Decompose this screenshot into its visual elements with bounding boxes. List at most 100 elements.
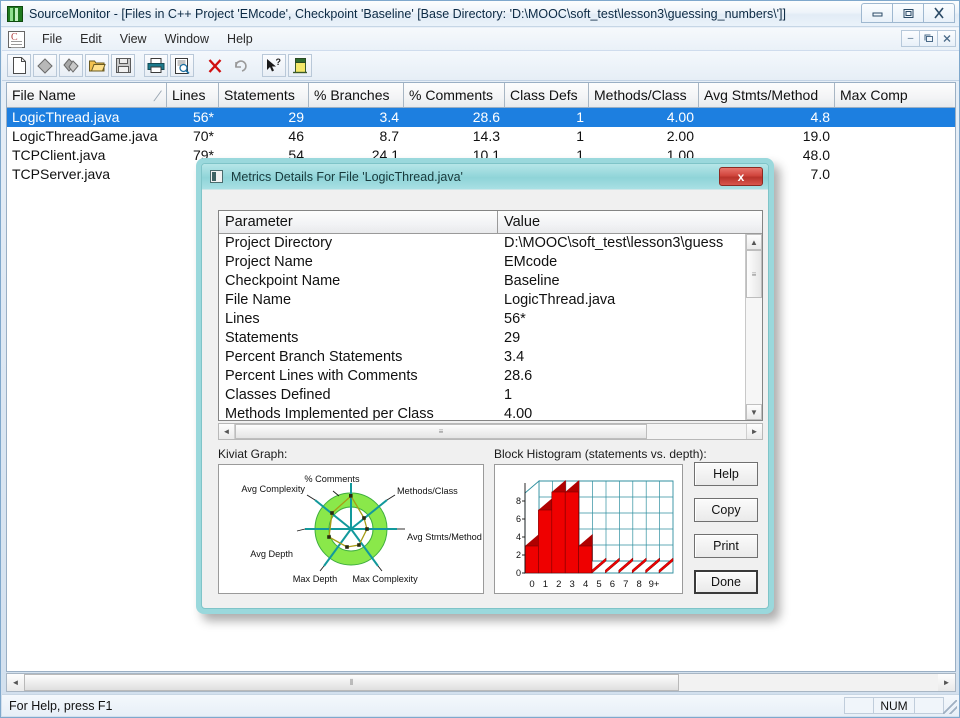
save-project-button[interactable] [111,54,135,77]
kiviat-axis-label-max-complexity: Max Complexity [352,574,418,584]
print-button[interactable] [144,54,168,77]
print-button[interactable]: Print [694,534,758,558]
mdi-restore-button[interactable] [919,30,938,47]
scroll-right-arrow-icon[interactable]: ► [746,424,762,439]
mdi-close-button[interactable] [937,30,956,47]
table-row[interactable]: LogicThread.java 56* 29 3.4 28.6 1 4.00 … [7,108,955,127]
cell-branches: 8.7 [379,128,399,144]
param-label: Percent Branch Statements [225,349,403,365]
help-button[interactable]: Help [694,462,758,486]
menu-window[interactable]: Window [156,30,218,48]
parameter-table-body: Project Directory D:\MOOC\soft_test\less… [219,234,762,420]
context-help-button[interactable]: ? [262,54,286,77]
list-item[interactable]: Percent Branch Statements 3.4 [219,348,762,367]
horizontal-scroll-track[interactable] [679,674,938,691]
list-item[interactable]: Statements 29 [219,329,762,348]
toolbar: ? [2,51,959,81]
column-header-parameter[interactable]: Parameter [219,211,498,233]
list-item[interactable]: Checkpoint Name Baseline [219,272,762,291]
statusbar: For Help, press F1 NUM [2,694,959,716]
scroll-left-arrow-icon[interactable]: ◄ [7,674,24,691]
param-label: Lines [225,311,260,327]
hist-xtick-5: 5 [596,579,601,590]
new-project-button[interactable] [7,54,31,77]
hist-xtick-4: 4 [583,579,588,590]
list-item[interactable]: Project Name EMcode [219,253,762,272]
kiviat-graph: % Comments Methods/Class Avg Stmts/Metho… [218,464,484,594]
cell-lines: 56* [192,109,214,125]
scroll-up-arrow-icon[interactable]: ▲ [746,234,762,250]
cell-methods-class: 2.00 [666,128,694,144]
horizontal-scroll-thumb[interactable]: ⦀ [24,674,679,691]
list-item[interactable]: File Name LogicThread.java [219,291,762,310]
add-checkpoint-button[interactable] [33,54,57,77]
column-header-value[interactable]: Value [498,211,762,233]
hist-ytick-0: 0 [516,568,521,578]
window-titlebar: SourceMonitor - [Files in C++ Project 'E… [1,1,959,27]
column-header-max-comp[interactable]: Max Comp [835,83,953,107]
param-value: 4.00 [504,406,533,420]
dialog-close-button[interactable]: x [719,167,763,186]
menu-help[interactable]: Help [218,30,262,48]
scroll-right-arrow-icon[interactable]: ► [938,674,955,691]
metrics-parameter-table[interactable]: Parameter Value Project Directory D:\MOO… [218,210,763,421]
param-value: 56* [504,311,526,327]
column-header-methods-class[interactable]: Methods/Class [589,83,699,107]
print-preview-button[interactable] [170,54,194,77]
cell-file-name: LogicThreadGame.java [12,128,158,144]
metrics-details-dialog: Metrics Details For File 'LogicThread.ja… [196,158,774,614]
kiviat-graph-svg: % Comments Methods/Class Avg Stmts/Metho… [241,474,482,584]
exit-button[interactable] [288,54,312,77]
mdi-minimize-button[interactable]: – [901,30,920,47]
status-pane-blank-1 [844,697,874,714]
param-label: Classes Defined [225,387,331,403]
minimize-button[interactable] [861,3,893,23]
hist-ytick-6: 6 [516,514,521,524]
resize-grip-icon[interactable] [943,700,957,714]
column-header-class-defs[interactable]: Class Defs [505,83,589,107]
undo-button[interactable] [229,54,253,77]
list-item[interactable]: Methods Implemented per Class 4.00 [219,405,762,420]
menu-edit[interactable]: Edit [71,30,111,48]
sourcemonitor-window: SourceMonitor - [Files in C++ Project 'E… [0,0,960,718]
scroll-left-arrow-icon[interactable]: ◄ [219,424,235,439]
copy-button[interactable]: Copy [694,498,758,522]
column-header-file-name[interactable]: File Name ╱ [7,83,167,107]
open-project-button[interactable] [85,54,109,77]
list-item[interactable]: Lines 56* [219,310,762,329]
main-horizontal-scrollbar[interactable]: ◄ ⦀ ► [6,673,956,692]
menu-view[interactable]: View [111,30,156,48]
column-header-lines[interactable]: Lines [167,83,219,107]
scroll-down-arrow-icon[interactable]: ▼ [746,404,762,420]
done-button[interactable]: Done [694,570,758,594]
menu-file[interactable]: File [33,30,71,48]
horizontal-scroll-thumb[interactable]: ≡ [235,424,647,439]
close-button[interactable] [923,3,955,23]
delete-button[interactable] [203,54,227,77]
column-header-branches[interactable]: % Branches [309,83,404,107]
column-header-statements[interactable]: Statements [219,83,309,107]
hist-ytick-8: 8 [516,496,521,506]
hist-xtick-9plus: 9+ [649,579,660,590]
maximize-button[interactable] [892,3,924,23]
param-value: 3.4 [504,349,525,365]
status-pane-blank-2 [914,697,944,714]
parameter-table-horizontal-scrollbar[interactable]: ◄ ≡ ► [218,423,763,440]
vertical-scroll-track[interactable] [746,298,762,404]
list-item[interactable]: Classes Defined 1 [219,386,762,405]
cell-class-defs: 1 [576,109,584,125]
compare-checkpoints-button[interactable] [59,54,83,77]
table-row[interactable]: LogicThreadGame.java 70* 46 8.7 14.3 1 2… [7,127,955,146]
kiviat-axis-label-max-depth: Max Depth [293,574,337,584]
list-item[interactable]: Project Directory D:\MOOC\soft_test\less… [219,234,762,253]
hist-xtick-2: 2 [556,579,561,590]
column-header-comments[interactable]: % Comments [404,83,505,107]
kiviat-axis-label-avg-depth: Avg Depth [250,549,293,559]
list-item[interactable]: Percent Lines with Comments 28.6 [219,367,762,386]
param-value: 1 [504,387,513,403]
column-header-avg-stmts[interactable]: Avg Stmts/Method [699,83,835,107]
status-pane-num: NUM [873,697,915,714]
vertical-scroll-thumb[interactable]: ≡ [746,250,762,298]
parameter-table-vertical-scrollbar[interactable]: ▲ ≡ ▼ [745,234,762,420]
parameter-table-header: Parameter Value [219,211,762,234]
